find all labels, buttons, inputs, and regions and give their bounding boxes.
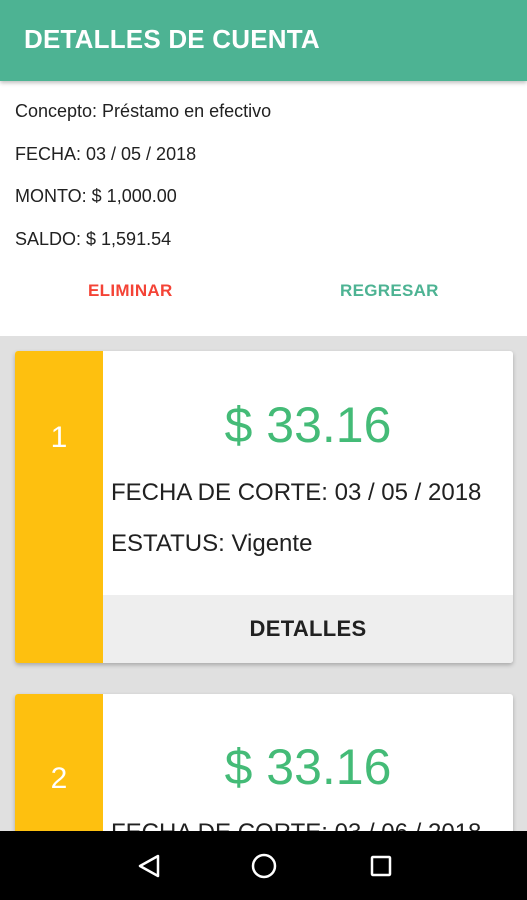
monto-text: MONTO: $ 1,000.00 (15, 186, 177, 206)
app-bar: DETALLES DE CUENTA (0, 0, 527, 81)
back-triangle-icon[interactable] (131, 848, 167, 884)
payment-card: 1 $ 33.16 FECHA DE CORTE: 03 / 05 / 2018… (15, 351, 513, 663)
payment-number: 1 (50, 421, 68, 454)
payment-amount: $ 33.16 (224, 739, 392, 795)
payment-number: 2 (50, 762, 68, 795)
regresar-button[interactable]: REGRESAR (340, 281, 439, 301)
saldo-text: SALDO: $ 1,591.54 (15, 229, 172, 249)
home-circle-icon[interactable] (246, 848, 282, 884)
fecha-corte-text: FECHA DE CORTE: 03 / 05 / 2018 (111, 479, 482, 506)
fecha-text: FECHA: 03 / 05 / 2018 (15, 144, 197, 164)
details-button[interactable]: DETALLES (103, 595, 513, 663)
system-nav-bar (0, 831, 527, 900)
concepto-text: Concepto: Préstamo en efectivo (15, 101, 272, 121)
estatus-text: ESTATUS: Vigente (111, 530, 313, 557)
page-title: DETALLES DE CUENTA (24, 24, 320, 54)
eliminar-button[interactable]: ELIMINAR (88, 281, 173, 301)
payment-amount: $ 33.16 (224, 397, 392, 453)
payment-number-strip: 1 (15, 351, 103, 663)
account-info-panel: Concepto: Préstamo en efectivo FECHA: 03… (0, 81, 527, 336)
recents-square-icon[interactable] (363, 848, 399, 884)
screen: DETALLES DE CUENTA Concepto: Préstamo en… (0, 0, 527, 900)
